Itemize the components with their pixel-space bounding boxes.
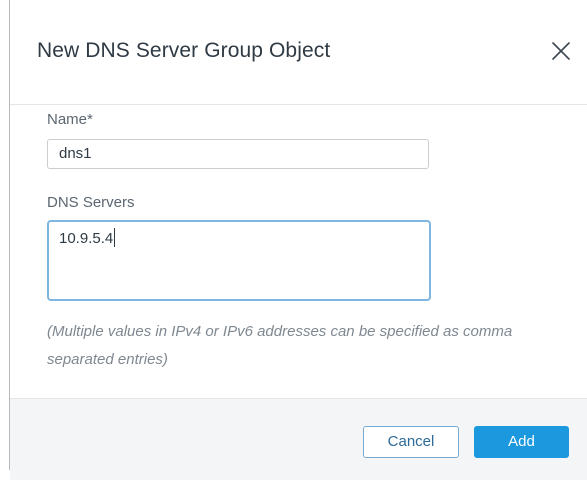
page: New DNS Server Group Object Name* dns1 D… (0, 0, 587, 480)
dns-servers-hint: (Multiple values in IPv4 or IPv6 address… (47, 323, 513, 368)
text-caret (114, 228, 116, 247)
dialog-header: New DNS Server Group Object (10, 0, 587, 104)
dns-servers-label: DNS Servers (47, 194, 135, 211)
dns-servers-textarea[interactable]: 10.9.5.4 (47, 220, 431, 301)
header-divider (10, 104, 587, 105)
cancel-button[interactable]: Cancel (363, 426, 459, 458)
close-icon (552, 42, 570, 60)
name-label: Name* (47, 111, 93, 128)
name-input[interactable]: dns1 (47, 139, 429, 169)
add-button[interactable]: Add (474, 426, 569, 458)
dialog-title: New DNS Server Group Object (37, 39, 331, 62)
close-button[interactable] (548, 38, 574, 64)
dns-server-group-dialog: New DNS Server Group Object Name* dns1 D… (10, 0, 587, 480)
dialog-footer: Cancel Add (10, 398, 587, 480)
dns-servers-value: 10.9.5.4 (59, 230, 114, 247)
